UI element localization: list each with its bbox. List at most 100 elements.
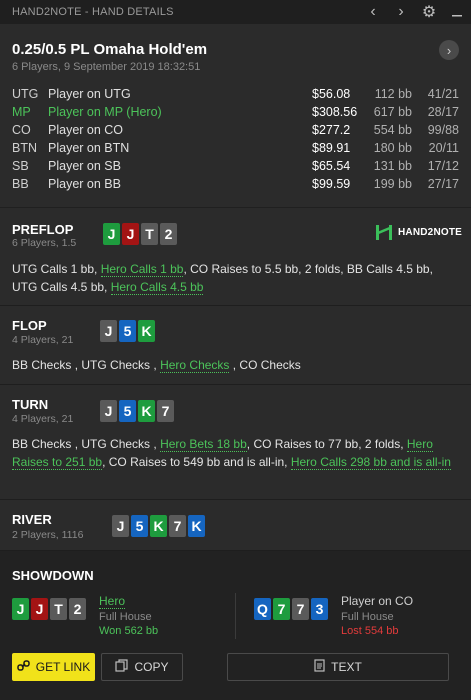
- player-row[interactable]: SB Player on SB $65.54 131 bb 17/12: [12, 157, 459, 175]
- players-table: UTG Player on UTG $56.08 112 bb 41/21 MP Playe…: [12, 85, 459, 193]
- action-text: ,: [284, 455, 291, 469]
- player-stack: $99.59: [312, 177, 351, 191]
- hero-action[interactable]: Hero Bets 18 bb: [160, 437, 247, 452]
- player-stack: $65.54: [312, 159, 351, 173]
- chevron-right-icon[interactable]: ›: [387, 0, 415, 24]
- action-text: Checks: [110, 437, 151, 451]
- player-row[interactable]: BB Player on BB $99.59 199 bb 27/17: [12, 175, 459, 193]
- street-name: FLOP: [12, 318, 47, 333]
- board-cards: J5K: [100, 320, 155, 342]
- minimize-icon[interactable]: [443, 0, 471, 24]
- action-text: , CO: [246, 437, 275, 451]
- get-link-label: GET LINK: [35, 660, 91, 674]
- playing-card: K: [150, 515, 167, 537]
- street-actions: BB Checks , UTG Checks , Hero Checks , C…: [12, 356, 459, 374]
- player-name: Player on MP (Hero): [48, 105, 162, 119]
- chevron-right-icon: ›: [446, 42, 452, 58]
- action-text: , 2 folds,: [358, 437, 407, 451]
- playing-card: 5: [119, 400, 136, 422]
- hand-title: 0.25/0.5 PL Omaha Hold'em: [12, 41, 208, 58]
- action-text: Checks: [31, 358, 72, 372]
- player-name: Player on BB: [48, 177, 121, 191]
- hero-action[interactable]: Hero Calls 298 bb and is all-in: [290, 455, 451, 470]
- copy-icon: [115, 659, 129, 675]
- hand2note-logo-icon: [374, 224, 394, 241]
- get-link-button[interactable]: GET LINK: [12, 653, 95, 681]
- action-text: ,: [94, 262, 101, 276]
- street-sub: 2 Players, 1116: [12, 529, 84, 541]
- copy-label: COPY: [134, 660, 169, 674]
- playing-card: J: [100, 320, 117, 342]
- board-cards: J5K7: [100, 400, 174, 422]
- player-name: Player on CO: [48, 123, 124, 137]
- hero-name[interactable]: Hero: [99, 594, 126, 609]
- street-actions: BB Checks , UTG Checks , Hero Bets 18 bb…: [12, 435, 459, 471]
- logo-text: HAND2NOTE: [398, 227, 463, 238]
- copy-button[interactable]: COPY: [101, 653, 183, 681]
- playing-card: J: [31, 598, 48, 620]
- player-position: CO: [12, 123, 31, 137]
- player-stack: $308.56: [312, 105, 358, 119]
- playing-card: 5: [119, 320, 136, 342]
- title-bar: HAND2NOTE - HAND DETAILS ‹ › ⚙: [0, 0, 471, 24]
- street-name: PREFLOP: [12, 222, 74, 237]
- player-stack-bb: 131 bb: [373, 159, 412, 173]
- hero-action[interactable]: Hero Calls 4.5 bb: [110, 280, 204, 295]
- playing-card: 7: [157, 400, 174, 422]
- action-text: , UTG: [71, 358, 111, 372]
- action-text: , CO: [229, 358, 261, 372]
- action-text: BB: [12, 437, 32, 451]
- player-position: BTN: [12, 141, 37, 155]
- board-cards: J5K7K: [112, 515, 205, 537]
- player-stack-bb: 112 bb: [374, 87, 412, 101]
- playing-card: K: [138, 400, 155, 422]
- action-text: Checks: [110, 358, 151, 372]
- street-sub: 4 Players, 21: [12, 413, 74, 425]
- playing-card: K: [138, 320, 155, 342]
- street-turn: TURN 4 Players, 21 J5K7 BB Checks , UTG …: [0, 385, 471, 500]
- hero-action[interactable]: Hero Checks: [160, 358, 230, 373]
- action-text: Checks: [31, 437, 72, 451]
- hero-action[interactable]: Hero Calls 1 bb: [100, 262, 184, 277]
- action-text: ,: [104, 280, 111, 294]
- playing-card: J: [12, 598, 29, 620]
- link-icon: [17, 659, 30, 675]
- text-button[interactable]: TEXT: [227, 653, 449, 681]
- hero-hole-cards: JJT2: [12, 598, 86, 620]
- player-row[interactable]: UTG Player on UTG $56.08 112 bb 41/21: [12, 85, 459, 103]
- document-icon: [314, 659, 325, 675]
- player-stack-bb: 617 bb: [373, 105, 412, 119]
- player-row[interactable]: MP Player on MP (Hero) $308.56 617 bb 28/17: [12, 103, 459, 121]
- playing-card: 2: [69, 598, 86, 620]
- playing-card: 7: [292, 598, 309, 620]
- player-name: Player on UTG: [48, 87, 131, 101]
- showdown-panel: SHOWDOWN JJT2 Hero Full House Won 562 bb…: [0, 551, 471, 700]
- hero-result: Won 562 bb: [99, 625, 159, 637]
- player-stack-bb: 199 bb: [373, 177, 412, 191]
- hand2note-logo: HAND2NOTE: [374, 224, 462, 241]
- street-preflop: PREFLOP 6 Players, 1.5 JJT2 HAND2NOTE UT…: [0, 208, 471, 306]
- playing-card: J: [112, 515, 129, 537]
- hand-header: 0.25/0.5 PL Omaha Hold'em 6 Players, 9 S…: [0, 24, 471, 208]
- player-stack: $89.91: [312, 141, 351, 155]
- playing-card: Q: [254, 598, 271, 620]
- player-stats: 20/11: [428, 141, 459, 155]
- player-row[interactable]: BTN Player on BTN $89.91 180 bb 20/11: [12, 139, 459, 157]
- player-stats: 41/21: [427, 87, 459, 101]
- player-stack-bb: 180 bb: [373, 141, 412, 155]
- player-stack: $56.08: [312, 87, 351, 101]
- hero-hand-rank: Full House: [99, 611, 152, 623]
- showdown-divider: [235, 593, 236, 639]
- gear-icon[interactable]: ⚙: [415, 0, 443, 24]
- playing-card: T: [50, 598, 67, 620]
- player-row[interactable]: CO Player on CO $277.2 554 bb 99/88: [12, 121, 459, 139]
- next-hand-button[interactable]: ›: [439, 40, 459, 60]
- street-name: RIVER: [12, 512, 52, 527]
- player-name: Player on SB: [48, 159, 121, 173]
- chevron-left-icon[interactable]: ‹: [359, 0, 387, 24]
- action-text: Raises to 77 bb: [274, 437, 359, 451]
- villain-result: Lost 554 bb: [341, 625, 399, 637]
- playing-card: J: [100, 400, 117, 422]
- street-sub: 6 Players, 1.5: [12, 237, 77, 249]
- player-stats: 27/17: [427, 177, 459, 191]
